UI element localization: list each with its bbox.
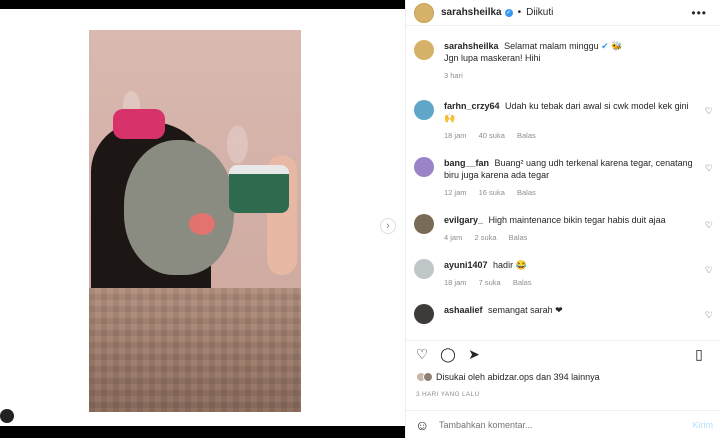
comment-meta: 4 jam 2 suka Balas <box>444 232 694 244</box>
verified-icon: ✓ <box>504 8 513 17</box>
comment-username[interactable]: ashaalief <box>444 305 483 315</box>
avatar[interactable] <box>414 214 434 234</box>
comments-list: farhn_crzy64 Udah ku tebak dari awal si … <box>414 100 719 334</box>
caption-line1: Selamat malam minggu <box>504 41 599 51</box>
reply-button[interactable]: Balas <box>517 131 536 140</box>
emoji-icon[interactable]: ☺ <box>415 417 433 433</box>
comment-text: semangat sarah ❤ <box>488 305 563 315</box>
separator-dot: • <box>517 7 522 18</box>
share-icon[interactable]: ➤ <box>466 346 482 363</box>
avatar[interactable] <box>414 259 434 279</box>
caption-username[interactable]: sarahsheilka <box>444 41 499 51</box>
comment-item: ayuni1407 hadir 😂 18 jam 7 suka Balas ♡ <box>414 259 719 304</box>
post-header: sarahsheilka ✓ • Diikuti ••• <box>406 0 720 26</box>
avatar[interactable] <box>414 100 434 120</box>
comment-username[interactable]: bang__fan <box>444 158 489 168</box>
comment-likes[interactable]: 40 suka <box>479 131 505 140</box>
chevron-right-icon[interactable]: › <box>380 218 396 234</box>
avatar[interactable] <box>414 157 434 177</box>
caption: sarahsheilka Selamat malam minggu ✔ 🐝 Jg… <box>414 40 714 82</box>
post-time: 3 HARI YANG LALU <box>416 391 480 398</box>
comment-likes[interactable]: 7 suka <box>479 278 501 287</box>
comment-meta: 18 jam 7 suka Balas <box>444 277 694 289</box>
caption-time: 3 hari <box>444 71 463 80</box>
bottom-bar <box>0 426 405 438</box>
avatar <box>423 372 433 382</box>
bookmark-icon[interactable]: ▯ <box>691 346 707 363</box>
heart-icon[interactable]: ♡ <box>705 265 713 276</box>
comment-item: farhn_crzy64 Udah ku tebak dari awal si … <box>414 100 719 157</box>
heart-icon[interactable]: ♡ <box>414 346 430 363</box>
comment-likes[interactable]: 16 suka <box>479 188 505 197</box>
comment-time: 18 jam <box>444 278 467 287</box>
comment-composer: ☺ Kirim <box>406 410 720 438</box>
comment-icon[interactable]: ◯ <box>440 346 456 363</box>
bee-icon: 🐝 <box>611 41 623 51</box>
comment-username[interactable]: ayuni1407 <box>444 260 488 270</box>
post-side-panel: sarahsheilka ✓ • Diikuti ••• sarahsheilk… <box>405 0 720 438</box>
heart-icon[interactable]: ♡ <box>705 310 713 321</box>
reply-button[interactable]: Balas <box>517 188 536 197</box>
comment-time: 18 jam <box>444 131 467 140</box>
caption-line2: Jgn lupa maskeran! Hihi <box>444 53 541 63</box>
reply-button[interactable]: Balas <box>509 233 528 242</box>
more-options-icon[interactable]: ••• <box>691 6 707 20</box>
hair-roller <box>113 109 165 139</box>
instagram-post-modal: › sarahsheilka ✓ • Diikuti ••• sarahshei… <box>0 0 720 438</box>
verified-icon: ✔ <box>601 41 609 51</box>
heart-icon[interactable]: ♡ <box>705 220 713 231</box>
pixelated-shade <box>89 288 301 412</box>
mask-jar <box>229 165 289 213</box>
username[interactable]: sarahsheilka <box>441 7 502 18</box>
comment-likes[interactable]: 2 suka <box>474 233 496 242</box>
comment-meta: 18 jam 40 suka Balas <box>444 130 694 142</box>
lips <box>189 213 215 235</box>
avatar[interactable] <box>414 2 434 23</box>
post-media: › <box>0 9 405 426</box>
reply-button[interactable]: Balas <box>513 278 532 287</box>
comment-item: evilgary_ High maintenance bikin tegar h… <box>414 214 719 259</box>
avatar[interactable] <box>414 304 434 324</box>
comment-item: bang__fan Buang² uang udh terkenal karen… <box>414 157 719 214</box>
send-button[interactable]: Kirim <box>693 420 714 430</box>
action-bar: ♡ ◯ ➤ ▯ <box>406 340 720 368</box>
top-bar <box>0 0 405 9</box>
comment-username[interactable]: evilgary_ <box>444 215 483 225</box>
likes-summary: Disukai oleh abidzar.ops dan 394 lainnya <box>416 372 600 382</box>
comment-time: 12 jam <box>444 188 467 197</box>
heart-icon[interactable]: ♡ <box>705 163 713 174</box>
comment-time: 4 jam <box>444 233 463 242</box>
user-tag-icon[interactable] <box>0 409 14 423</box>
comment-input[interactable] <box>439 419 669 430</box>
follow-status[interactable]: Diikuti <box>526 7 553 18</box>
post-photo <box>89 30 301 412</box>
caption-text: sarahsheilka Selamat malam minggu ✔ 🐝 Jg… <box>444 40 622 82</box>
heart-icon[interactable]: ♡ <box>705 106 713 117</box>
face-mask <box>124 140 234 275</box>
comment-text: hadir 😂 <box>493 260 527 270</box>
likes-text[interactable]: Disukai oleh abidzar.ops dan 394 lainnya <box>436 372 600 382</box>
comment-text: High maintenance bikin tegar habis duit … <box>488 215 666 225</box>
avatar[interactable] <box>414 40 434 60</box>
comment-item: ashaalief semangat sarah ❤ ♡ <box>414 304 719 334</box>
comment-meta: 12 jam 16 suka Balas <box>444 187 694 199</box>
comment-username[interactable]: farhn_crzy64 <box>444 101 500 111</box>
